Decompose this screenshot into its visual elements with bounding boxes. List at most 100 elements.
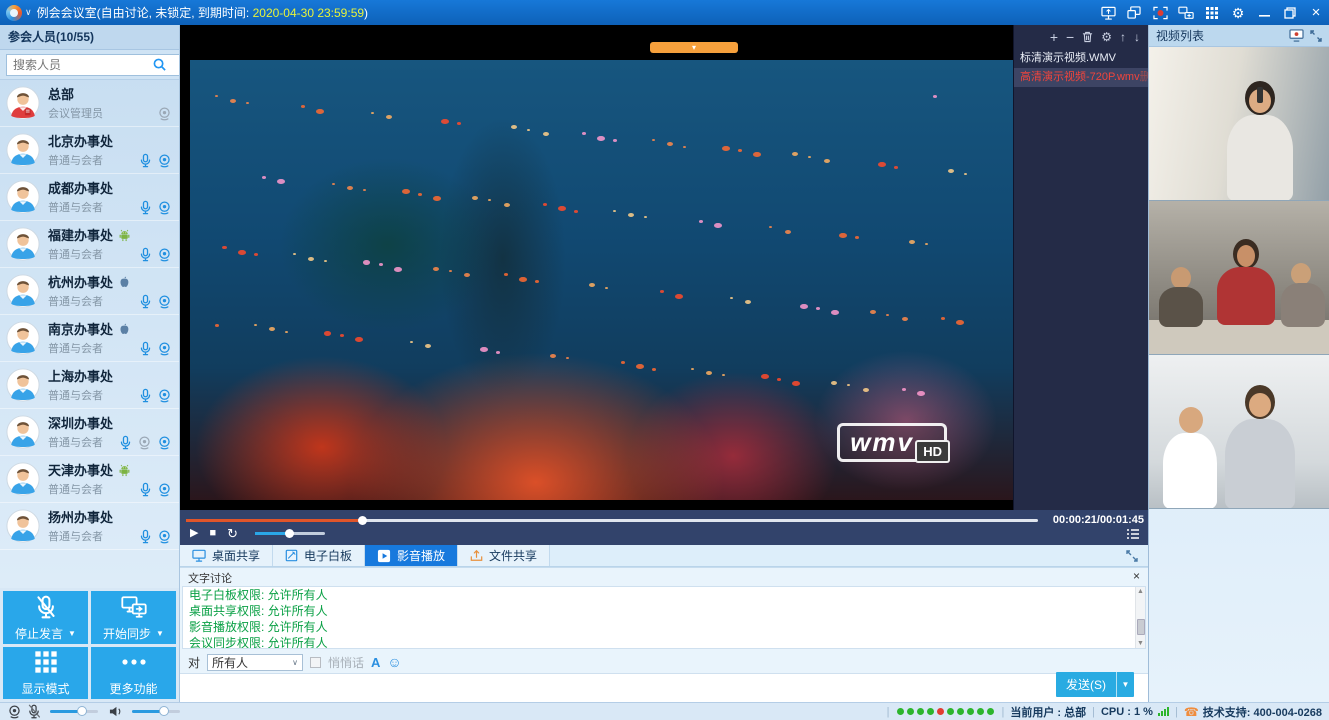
speaker-volume-slider[interactable] [132, 710, 180, 713]
webcam-video-thumbnail[interactable] [1149, 47, 1329, 201]
search-icon[interactable] [152, 57, 167, 72]
record-icon[interactable] [1147, 0, 1173, 25]
participant-row[interactable]: 天津办事处 普通与会者 [0, 456, 179, 503]
screen-share-icon[interactable] [1095, 0, 1121, 25]
replay-icon[interactable]: ↻ [227, 526, 238, 541]
emoji-icon[interactable]: ☺ [387, 655, 401, 669]
participant-row[interactable]: 上海办事处 普通与会者 [0, 362, 179, 409]
remove-icon[interactable]: − [1066, 29, 1074, 45]
mic-icon[interactable] [139, 247, 152, 262]
chevron-down-icon[interactable]: ∨ [25, 7, 32, 18]
camera-icon[interactable] [157, 482, 172, 497]
speaker-volume-knob[interactable] [159, 706, 169, 716]
chevron-down-icon[interactable]: ▼ [156, 629, 164, 638]
tab-desktop-share[interactable]: 桌面共享 [180, 545, 273, 566]
playlist-item[interactable]: 标清演示视频.WMV [1014, 49, 1148, 68]
camera-icon[interactable] [157, 341, 172, 356]
tab-whiteboard[interactable]: 电子白板 [273, 545, 365, 566]
speaker-icon[interactable] [108, 705, 123, 718]
camera-icon[interactable] [157, 153, 172, 168]
play-icon[interactable]: ▶ [190, 526, 198, 541]
action-button-sync-screens[interactable]: 开始同步▼ [91, 591, 176, 644]
chevron-down-icon[interactable]: ▼ [68, 629, 76, 638]
action-button-layout-grid[interactable]: 显示模式 [3, 647, 88, 700]
apple-badge-icon [118, 275, 130, 289]
mic-icon[interactable] [139, 529, 152, 544]
scroll-thumb[interactable] [1137, 619, 1145, 635]
participant-row[interactable]: 福建办事处 普通与会者 [0, 221, 179, 268]
fullscreen-icon[interactable] [1116, 545, 1148, 566]
action-button-more-dots[interactable]: 更多功能 [91, 647, 176, 700]
camera-icon[interactable] [157, 247, 172, 262]
font-icon[interactable]: A [371, 655, 380, 670]
fish-speck [464, 273, 470, 277]
scroll-up-icon[interactable]: ▲ [1136, 588, 1145, 595]
expand-icon[interactable] [1310, 30, 1322, 42]
display-mode-icon[interactable] [1199, 0, 1225, 25]
mic-icon[interactable] [139, 388, 152, 403]
collapse-chat-handle[interactable]: ▾ [650, 42, 738, 53]
status-dot-green [897, 708, 904, 715]
mic-icon[interactable] [139, 294, 152, 309]
chat-scrollbar[interactable]: ▲ ▼ [1135, 587, 1145, 648]
webcam-video-thumbnail[interactable] [1149, 355, 1329, 509]
close-icon[interactable]: × [1133, 570, 1140, 582]
move-up-icon[interactable]: ↑ [1120, 30, 1126, 44]
tab-file-share[interactable]: 文件共享 [458, 545, 550, 566]
network-sync-icon[interactable] [1173, 0, 1199, 25]
scroll-down-icon[interactable]: ▼ [1136, 640, 1145, 647]
playlist-item[interactable]: 高清演示视频-720P.wmv删除 [1014, 68, 1148, 87]
camera-gray-icon[interactable] [137, 435, 152, 450]
camera-icon[interactable] [157, 294, 172, 309]
camera-gray-icon[interactable] [157, 106, 172, 121]
mic-icon[interactable] [139, 153, 152, 168]
mic-icon[interactable] [119, 435, 132, 450]
camera-icon[interactable] [157, 435, 172, 450]
webcam-video-thumbnail[interactable] [1149, 201, 1329, 355]
send-button[interactable]: 发送(S) ▼ [1056, 672, 1134, 697]
playlist-icon[interactable] [1126, 528, 1140, 540]
whisper-checkbox[interactable] [310, 657, 321, 668]
participant-row[interactable]: 扬州办事处 普通与会者 [0, 503, 179, 550]
volume-slider[interactable] [255, 532, 325, 535]
float-window-icon[interactable] [1121, 0, 1147, 25]
camera-icon[interactable] [157, 529, 172, 544]
mic-icon[interactable] [139, 482, 152, 497]
webcam-status-icon[interactable] [7, 704, 22, 719]
tab-media-play[interactable]: 影音播放 [365, 545, 458, 566]
chat-message-input[interactable] [184, 676, 998, 696]
add-icon[interactable]: + [1050, 29, 1058, 45]
seek-bar[interactable] [186, 519, 1038, 522]
stop-icon[interactable]: ■ [209, 526, 216, 541]
mic-icon[interactable] [139, 341, 152, 356]
mic-muted-icon[interactable] [27, 704, 41, 719]
seek-handle[interactable] [358, 516, 367, 525]
participant-row[interactable]: 成都办事处 普通与会者 [0, 174, 179, 221]
move-down-icon[interactable]: ↓ [1134, 30, 1140, 44]
volume-handle[interactable] [285, 529, 294, 538]
settings-icon[interactable]: ⚙ [1101, 30, 1112, 44]
camera-icon[interactable] [157, 388, 172, 403]
send-options-arrow[interactable]: ▼ [1117, 680, 1134, 689]
camera-icon[interactable] [157, 200, 172, 215]
restore-icon[interactable] [1277, 0, 1303, 25]
playing-video[interactable]: wmv HD [190, 60, 1013, 500]
close-icon[interactable]: × [1303, 0, 1329, 25]
video-monitor-icon[interactable] [1289, 29, 1304, 42]
mic-icon[interactable] [139, 200, 152, 215]
minimize-icon[interactable] [1251, 0, 1277, 25]
mic-volume-knob[interactable] [77, 706, 87, 716]
participant-row[interactable]: 南京办事处 普通与会者 [0, 315, 179, 362]
participant-row[interactable]: 北京办事处 普通与会者 [0, 127, 179, 174]
delete-item-link[interactable]: 删除 [1140, 68, 1148, 87]
action-button-mic-off[interactable]: 停止发言▼ [3, 591, 88, 644]
mic-volume-slider[interactable] [50, 710, 98, 713]
volume-filled [255, 532, 289, 535]
participant-row[interactable]: 深圳办事处 普通与会者 [0, 409, 179, 456]
participant-row[interactable]: 总部 会议管理员 [0, 80, 179, 127]
delete-icon[interactable] [1082, 31, 1093, 43]
recipient-select[interactable]: 所有人∨ [207, 654, 303, 671]
player-control-bar: 00:00:21/00:01:45 ▶ ■ ↻ [180, 510, 1148, 545]
settings-icon[interactable]: ⚙ [1225, 0, 1251, 25]
participant-row[interactable]: 杭州办事处 普通与会者 [0, 268, 179, 315]
